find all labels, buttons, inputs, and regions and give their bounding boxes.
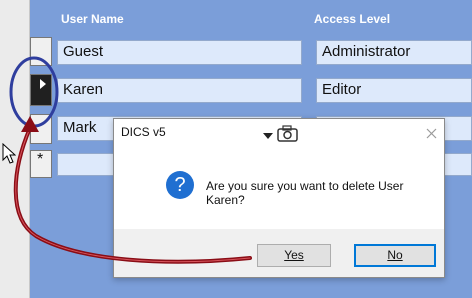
annotation-circle (9, 56, 59, 128)
annotation-arrow-line (13, 126, 252, 264)
annotation-overlay (9, 56, 252, 264)
